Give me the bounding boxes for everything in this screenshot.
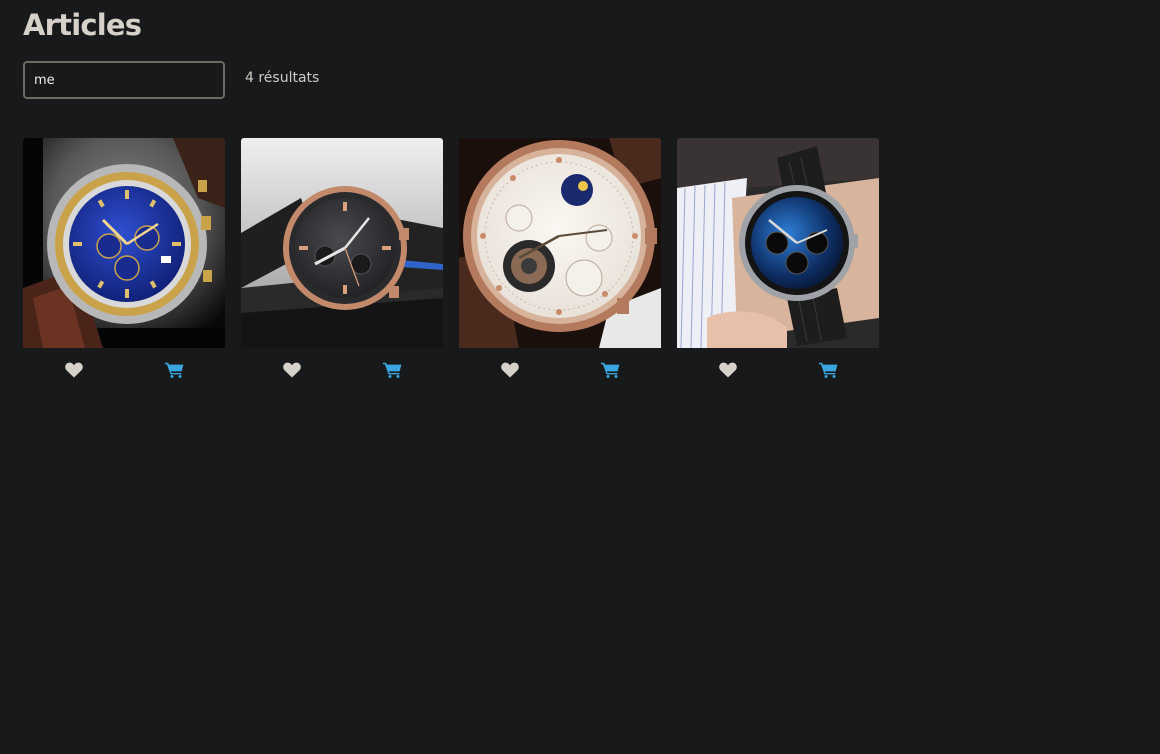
cart-icon bbox=[819, 362, 838, 378]
product-actions bbox=[241, 348, 443, 394]
articles-page: Articles 4 résultats bbox=[0, 0, 1160, 754]
cart-icon bbox=[165, 362, 184, 378]
heart-icon bbox=[500, 362, 519, 378]
product-card bbox=[23, 138, 225, 394]
heart-icon bbox=[718, 362, 737, 378]
heart-icon bbox=[282, 362, 301, 378]
product-actions bbox=[459, 348, 661, 394]
product-image[interactable] bbox=[677, 138, 879, 348]
favorite-button[interactable] bbox=[677, 348, 778, 394]
product-actions bbox=[677, 348, 879, 394]
add-to-cart-button[interactable] bbox=[560, 348, 661, 394]
add-to-cart-button[interactable] bbox=[778, 348, 879, 394]
product-image[interactable] bbox=[459, 138, 661, 348]
product-card bbox=[677, 138, 879, 394]
favorite-button[interactable] bbox=[241, 348, 342, 394]
product-card bbox=[459, 138, 661, 394]
favorite-button[interactable] bbox=[23, 348, 124, 394]
favorite-button[interactable] bbox=[459, 348, 560, 394]
product-actions bbox=[23, 348, 225, 394]
page-title: Articles bbox=[23, 8, 142, 42]
product-grid bbox=[23, 138, 879, 394]
result-count: 4 résultats bbox=[245, 70, 320, 86]
heart-icon bbox=[64, 362, 83, 378]
product-image[interactable] bbox=[23, 138, 225, 348]
cart-icon bbox=[383, 362, 402, 378]
cart-icon bbox=[601, 362, 620, 378]
add-to-cart-button[interactable] bbox=[342, 348, 443, 394]
search-input[interactable] bbox=[23, 61, 225, 99]
product-card bbox=[241, 138, 443, 394]
add-to-cart-button[interactable] bbox=[124, 348, 225, 394]
product-image[interactable] bbox=[241, 138, 443, 348]
